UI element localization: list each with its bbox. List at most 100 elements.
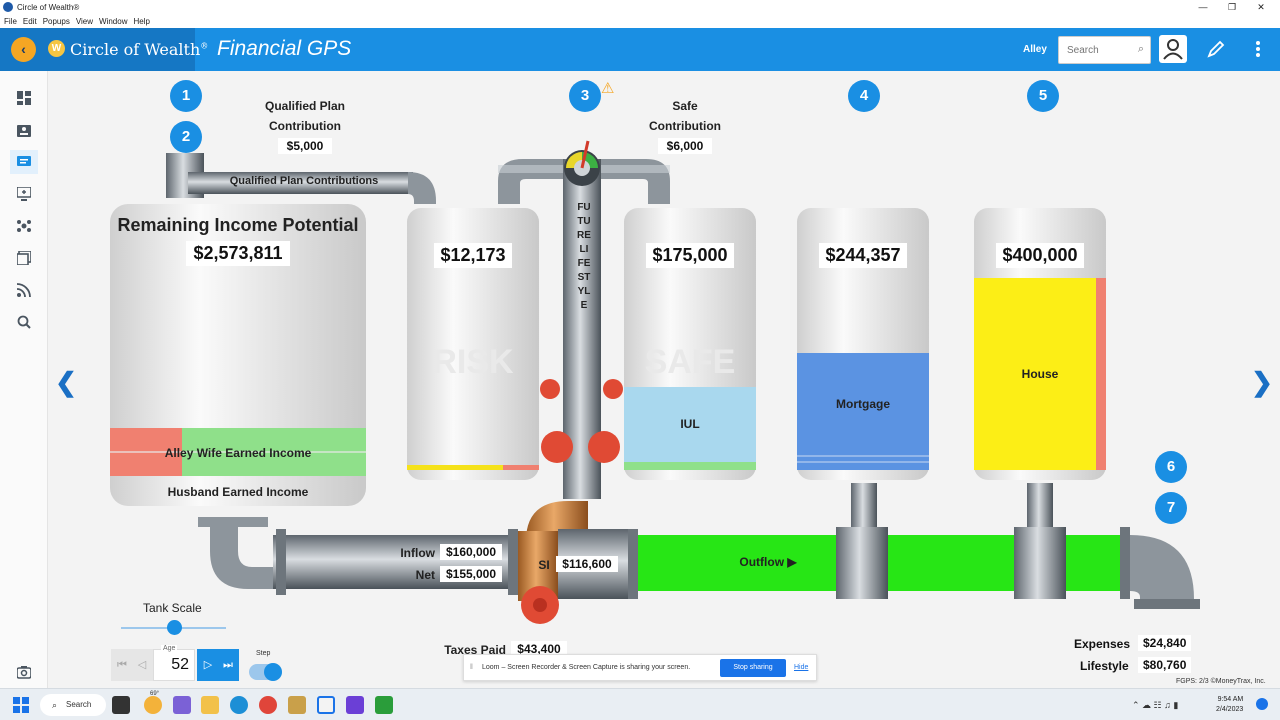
age-last-button[interactable]: ⏭: [217, 649, 239, 681]
next-page-arrow[interactable]: ❯: [1250, 367, 1274, 397]
more-menu-button[interactable]: [1248, 38, 1268, 60]
age-value[interactable]: 52: [171, 656, 189, 674]
risk-lower-valve[interactable]: [541, 431, 573, 463]
qualified-pipe-elbow: [408, 172, 436, 204]
zoom-search-icon: [17, 315, 31, 329]
back-button[interactable]: ‹: [11, 37, 36, 62]
stop-sharing-button[interactable]: Stop sharing: [720, 659, 786, 677]
risk-upper-valve[interactable]: [540, 379, 560, 399]
safe-tank-value[interactable]: $175,000: [646, 243, 734, 268]
mortgage-tank-value[interactable]: $244,357: [819, 243, 907, 268]
previous-page-arrow[interactable]: ❮: [54, 367, 78, 397]
loom-icon[interactable]: [346, 696, 364, 714]
step-1-marker[interactable]: 1: [170, 80, 202, 112]
minimize-button[interactable]: —: [1189, 0, 1217, 14]
close-button[interactable]: ✕: [1247, 0, 1275, 14]
sidebar-item-messages[interactable]: [10, 150, 38, 174]
future-lifestyle-label: FUTURE LIFESTYLE: [577, 202, 591, 311]
chrome-icon[interactable]: [259, 696, 277, 714]
si-value[interactable]: $116,600: [556, 556, 618, 572]
step-6-marker[interactable]: 6: [1155, 451, 1187, 483]
safe-watermark: SAFE: [645, 343, 736, 381]
page-title: Financial GPS: [217, 37, 352, 60]
windows-start-icon[interactable]: [13, 697, 29, 713]
risk-watermark: RISK: [432, 343, 514, 381]
qualified-pipe-label: Qualified Plan Contributions: [229, 175, 379, 187]
teams-icon[interactable]: [173, 696, 191, 714]
skip-last-icon: ⏭: [223, 659, 233, 671]
step-2-marker[interactable]: 2: [170, 121, 202, 153]
kebab-icon: [1256, 41, 1260, 57]
system-tray-icons[interactable]: ⌃ ☁ ☷ ♫ ▮: [1132, 696, 1212, 714]
search-input[interactable]: [1059, 37, 1129, 63]
library-icon: [17, 251, 31, 265]
file-explorer-icon[interactable]: [201, 696, 219, 714]
age-next-button[interactable]: ▷: [197, 649, 219, 681]
outflow-label: Outflow ▶: [739, 555, 797, 569]
age-prev-button[interactable]: ◁: [131, 649, 153, 681]
menu-file[interactable]: File: [4, 17, 17, 26]
pause-icon[interactable]: ‖: [470, 664, 473, 671]
help-icon[interactable]: [1256, 698, 1268, 710]
task-view-icon[interactable]: [112, 696, 130, 714]
user-name: Alley: [1023, 44, 1047, 55]
tank-scale-label: Tank Scale: [143, 601, 202, 615]
outflow-elbow: [1130, 535, 1194, 607]
taskbar-search[interactable]: ⌕ Search: [40, 694, 106, 716]
sidebar-item-library[interactable]: [10, 246, 38, 270]
sidebar-item-monitor[interactable]: [10, 182, 38, 206]
sidebar-item-contacts[interactable]: [10, 118, 38, 142]
edit-button[interactable]: [1205, 38, 1227, 60]
sidebar-item-network[interactable]: [10, 214, 38, 238]
house-tank-value[interactable]: $400,000: [996, 243, 1084, 268]
snipping-tool-icon[interactable]: [288, 696, 306, 714]
menu-help[interactable]: Help: [133, 17, 149, 26]
si-flange: [628, 529, 638, 599]
net-label: Net: [415, 568, 435, 582]
clock-date: 2/4/2023: [1216, 706, 1244, 713]
menu-popups[interactable]: Popups: [43, 17, 70, 26]
step-7-marker[interactable]: 7: [1155, 492, 1187, 524]
lifestyle-value[interactable]: $80,760: [1138, 657, 1192, 673]
logo-area: ‹ W Circle of Wealth®: [0, 28, 208, 71]
step-5-marker[interactable]: 5: [1027, 80, 1059, 112]
skip-first-icon: ⏮: [117, 659, 127, 671]
step-4-marker[interactable]: 4: [848, 80, 880, 112]
mortgage-fill: [797, 353, 929, 470]
outflow-flange: [1120, 527, 1130, 599]
xbox-icon[interactable]: [375, 696, 393, 714]
expenses-value[interactable]: $24,840: [1138, 635, 1192, 651]
hide-banner-link[interactable]: Hide: [794, 664, 808, 671]
weather-icon[interactable]: [144, 696, 162, 714]
sidebar-item-feed[interactable]: [10, 278, 38, 302]
search-icon[interactable]: ⌕: [1138, 43, 1144, 56]
safe-lower-valve[interactable]: [588, 431, 620, 463]
safe-contribution-value[interactable]: $6,000: [658, 138, 712, 154]
sidebar-item-search[interactable]: [10, 310, 38, 334]
sidebar-item-dashboard[interactable]: [10, 86, 38, 110]
clock[interactable]: 9:54 AM 2/4/2023: [1216, 695, 1243, 715]
net-value[interactable]: $155,000: [440, 566, 502, 582]
inflow-value[interactable]: $160,000: [440, 544, 502, 560]
tank-scale-slider-thumb[interactable]: [167, 620, 182, 635]
sidebar-item-camera[interactable]: [10, 660, 38, 684]
age-first-button[interactable]: ⏮: [111, 649, 133, 681]
loom-message: Loom – Screen Recorder & Screen Capture …: [482, 664, 691, 671]
income-tank-value[interactable]: $2,573,811: [186, 241, 290, 266]
step-3-marker[interactable]: 3: [569, 80, 601, 112]
age-field[interactable]: Age 52: [153, 645, 195, 681]
step-toggle[interactable]: [249, 663, 282, 681]
circle-of-wealth-taskbar-icon[interactable]: [317, 696, 335, 714]
menu-edit[interactable]: Edit: [23, 17, 37, 26]
safe-upper-valve[interactable]: [603, 379, 623, 399]
profile-button[interactable]: [1159, 35, 1187, 63]
menu-view[interactable]: View: [76, 17, 93, 26]
risk-tank-value[interactable]: $12,173: [434, 243, 512, 268]
search-icon: ⌕: [52, 700, 58, 710]
edge-icon[interactable]: [230, 696, 248, 714]
brand-logo-icon: W: [48, 40, 65, 57]
menu-window[interactable]: Window: [99, 17, 127, 26]
maximize-button[interactable]: ❐: [1218, 0, 1246, 14]
search-field[interactable]: ⌕: [1058, 36, 1151, 64]
qualified-plan-value[interactable]: $5,000: [278, 138, 332, 154]
